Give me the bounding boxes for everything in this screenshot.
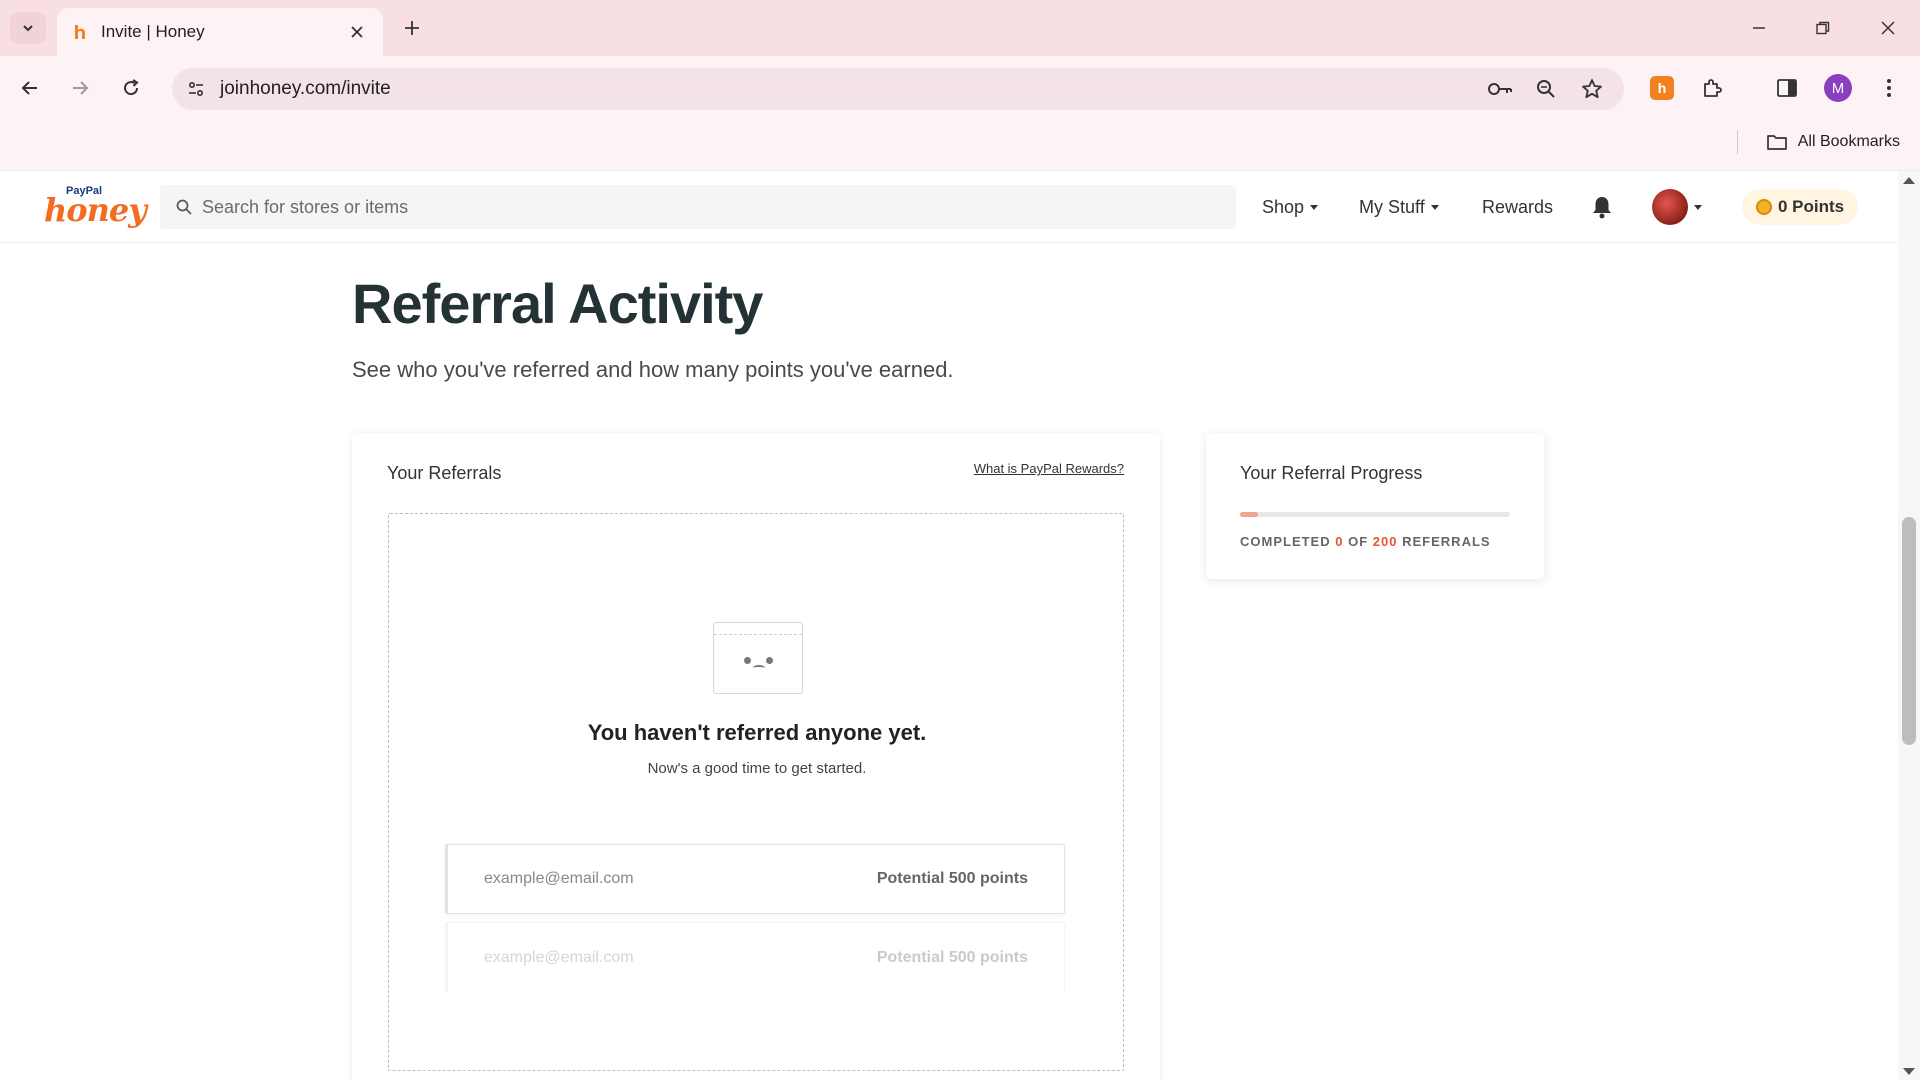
tab-title: Invite | Honey xyxy=(101,22,205,41)
scrollbar-thumb[interactable] xyxy=(1902,517,1916,745)
points-label: 0 Points xyxy=(1778,197,1845,216)
chevron-down-icon xyxy=(23,25,33,32)
tab-search-button[interactable] xyxy=(10,12,46,44)
minimize-icon xyxy=(1753,27,1765,29)
search-icon xyxy=(176,199,192,215)
extensions-button[interactable] xyxy=(1695,70,1731,106)
empty-state-title: You haven't referred anyone yet. xyxy=(587,720,927,745)
all-bookmarks-button[interactable]: All Bookmarks xyxy=(1766,126,1900,158)
page-title: Referral Activity xyxy=(352,272,763,335)
referral-progress-fill xyxy=(1240,512,1258,517)
folder-icon xyxy=(1766,135,1787,150)
empty-state-subtitle: Now's a good time to get started. xyxy=(647,760,867,777)
profile-avatar: M xyxy=(1824,74,1852,102)
total-count: 200 xyxy=(1372,534,1398,549)
page-subtitle: See who you've referred and how many poi… xyxy=(352,357,954,382)
notifications-button[interactable] xyxy=(1591,171,1613,243)
browser-tab-active[interactable]: Invite | Honey xyxy=(57,8,383,56)
user-avatar xyxy=(1652,189,1688,225)
example-points: Potential 500 points xyxy=(876,870,1028,887)
nav-rewards-label: Rewards xyxy=(1482,196,1554,217)
side-panel-button[interactable] xyxy=(1769,70,1805,106)
page-scrollbar[interactable] xyxy=(1898,171,1920,1080)
referral-progress-card: Your Referral Progress COMPLETED 0 OF 20… xyxy=(1206,433,1544,579)
all-bookmarks-label: All Bookmarks xyxy=(1797,133,1900,150)
restore-button[interactable] xyxy=(1799,8,1847,48)
referrals-card-title: Your Referrals xyxy=(387,463,502,483)
arrow-right-icon xyxy=(73,81,89,95)
url-text: joinhoney.com/invite xyxy=(220,78,391,99)
user-menu-button[interactable] xyxy=(1652,171,1702,243)
coin-icon xyxy=(1756,199,1772,215)
nav-shop-label: Shop xyxy=(1262,196,1305,217)
progress-status-text: COMPLETED 0 OF 200 REFERRALS xyxy=(1240,534,1491,549)
browser-tabstrip: Invite | Honey xyxy=(0,0,1920,56)
tab-close-icon[interactable] xyxy=(345,20,369,44)
caret-down-icon xyxy=(1310,204,1319,210)
caret-down-icon xyxy=(1694,204,1702,210)
puzzle-icon xyxy=(1704,79,1722,97)
referrals-card: Your Referrals What is PayPal Rewards? Y… xyxy=(352,433,1160,1080)
referrals-empty-state: You haven't referred anyone yet. Now's a… xyxy=(388,513,1124,1071)
close-window-button[interactable] xyxy=(1864,8,1912,48)
profile-button[interactable]: M xyxy=(1820,70,1856,106)
back-button[interactable] xyxy=(12,70,48,106)
completed-count: 0 xyxy=(1335,534,1344,549)
plus-icon xyxy=(405,21,419,35)
scroll-down-arrow-icon[interactable] xyxy=(1903,1068,1915,1075)
nav-my-stuff[interactable]: My Stuff xyxy=(1359,171,1439,243)
password-key-icon[interactable] xyxy=(1484,73,1516,105)
empty-browser-sad-icon xyxy=(713,622,803,694)
browser-toolbar: joinhoney.com/invite h M All Bookmarks xyxy=(0,56,1920,176)
forward-button[interactable] xyxy=(62,70,98,106)
nav-rewards[interactable]: Rewards xyxy=(1482,171,1553,243)
progress-card-title: Your Referral Progress xyxy=(1240,463,1423,483)
bell-icon xyxy=(1593,197,1611,219)
honey-header: PayPal honey Shop My Stuff Rewards 0 Poi… xyxy=(0,171,1898,243)
example-email: example@email.com xyxy=(484,948,634,966)
site-info-icon[interactable] xyxy=(180,73,212,105)
restore-icon xyxy=(1816,21,1830,35)
scroll-up-arrow-icon[interactable] xyxy=(1903,177,1915,184)
side-panel-icon xyxy=(1777,79,1797,97)
paypal-rewards-link[interactable]: What is PayPal Rewards? xyxy=(974,461,1124,476)
honey-extension-icon: h xyxy=(1650,76,1674,100)
caret-down-icon xyxy=(1430,204,1439,210)
nav-my-stuff-label: My Stuff xyxy=(1359,196,1425,217)
arrow-left-icon xyxy=(21,81,37,95)
nav-shop[interactable]: Shop xyxy=(1262,171,1319,243)
minimize-button[interactable] xyxy=(1735,8,1783,48)
bookmarks-divider xyxy=(1737,130,1738,154)
example-email: example@email.com xyxy=(484,870,634,887)
store-search-bar[interactable] xyxy=(160,185,1236,229)
zoom-icon[interactable] xyxy=(1530,73,1562,105)
honey-favicon-icon xyxy=(71,23,89,41)
address-bar[interactable]: joinhoney.com/invite xyxy=(172,68,1624,110)
store-search-input[interactable] xyxy=(202,196,1202,218)
logo-honey-text: honey xyxy=(44,191,147,229)
honey-extension-button[interactable]: h xyxy=(1644,70,1680,106)
close-icon xyxy=(1881,21,1895,35)
points-badge[interactable]: 0 Points xyxy=(1742,189,1859,225)
reload-button[interactable] xyxy=(113,70,149,106)
referral-progress-bar xyxy=(1240,512,1510,517)
new-tab-button[interactable] xyxy=(396,12,428,44)
reload-icon xyxy=(124,79,139,96)
example-points: Potential 500 points xyxy=(876,948,1028,966)
page-viewport: PayPal honey Shop My Stuff Rewards 0 Poi… xyxy=(0,170,1920,1080)
kebab-menu-icon xyxy=(1887,79,1891,97)
bookmark-star-icon[interactable] xyxy=(1576,73,1608,105)
honey-logo[interactable]: PayPal honey xyxy=(44,185,147,229)
browser-menu-button[interactable] xyxy=(1871,70,1907,106)
example-referral-row: example@email.com Potential 500 points xyxy=(445,844,1065,914)
example-referral-row: example@email.com Potential 500 points xyxy=(445,922,1065,992)
